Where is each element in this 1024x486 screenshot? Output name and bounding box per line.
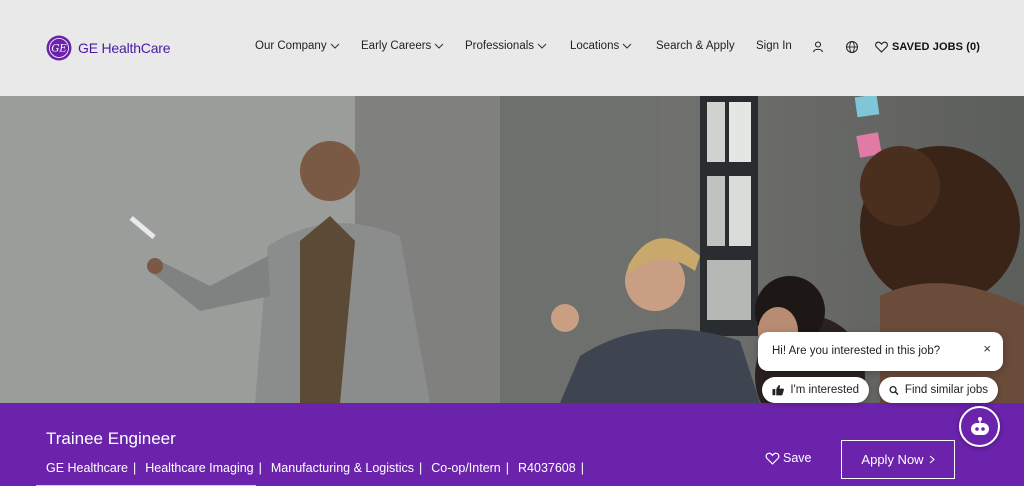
nav-label: Professionals: [465, 40, 535, 52]
site-header: GE GE HealthCare Our Company Early Caree…: [0, 0, 1024, 96]
meta-business: Healthcare Imaging: [145, 461, 254, 475]
job-title: Trainee Engineer: [46, 429, 176, 448]
im-interested-button[interactable]: I'm interested: [762, 377, 869, 403]
chip-label: Find similar jobs: [904, 384, 988, 396]
find-similar-jobs-button[interactable]: Find similar jobs: [879, 377, 998, 403]
save-job-button[interactable]: Save: [765, 451, 812, 465]
thumbs-up-icon: [772, 385, 784, 396]
chevron-down-icon: [537, 43, 547, 49]
saved-jobs-label: SAVED JOBS (0): [892, 41, 980, 53]
chevron-down-icon: [622, 43, 632, 49]
separator: |: [258, 461, 262, 475]
job-header-bar: Trainee Engineer GE Healthcare | Healthca…: [0, 403, 1024, 486]
chat-question: Hi! Are you interested in this job?: [772, 345, 941, 357]
globe-icon[interactable]: [845, 40, 859, 54]
user-icon[interactable]: [811, 40, 825, 54]
apply-now-button[interactable]: Apply Now: [841, 440, 955, 479]
meta-category: Manufacturing & Logistics: [270, 461, 415, 475]
main-nav: Our Company Early Careers Professionals …: [0, 40, 1024, 58]
chevron-down-icon: [434, 43, 444, 49]
heart-icon: [875, 41, 888, 53]
meta-company: GE Healthcare: [46, 461, 128, 475]
nav-professionals[interactable]: Professionals: [465, 40, 547, 52]
nav-label: Locations: [570, 40, 620, 52]
nav-early-careers[interactable]: Early Careers: [361, 40, 444, 52]
chat-prompt: Hi! Are you interested in this job? ×: [758, 332, 1003, 371]
heart-icon: [765, 452, 780, 465]
nav-locations[interactable]: Locations: [570, 40, 632, 52]
nav-label: Search & Apply: [656, 40, 735, 52]
chevron-down-icon: [330, 43, 339, 49]
chatbot-launcher[interactable]: [959, 406, 1000, 447]
nav-our-company[interactable]: Our Company: [255, 40, 340, 52]
nav-label: Sign In: [756, 40, 792, 52]
save-label: Save: [783, 451, 812, 465]
nav-label: Our Company: [255, 40, 327, 52]
meta-type: Co-op/Intern: [431, 461, 501, 475]
search-icon: [889, 385, 899, 395]
chevron-right-icon: [929, 455, 935, 464]
saved-jobs-link[interactable]: SAVED JOBS (0): [875, 41, 980, 53]
meta-requisition: R4037608: [518, 461, 576, 475]
separator: |: [505, 461, 510, 475]
apply-label: Apply Now: [861, 452, 924, 467]
robot-icon: [970, 416, 989, 435]
nav-search-apply[interactable]: Search & Apply: [656, 40, 735, 52]
nav-label: Early Careers: [361, 40, 432, 52]
separator: |: [132, 461, 137, 475]
separator: |: [419, 461, 423, 475]
close-icon[interactable]: ×: [983, 341, 991, 356]
job-meta: GE Healthcare | Healthcare Imaging | Manuf…: [46, 461, 593, 475]
chip-label: I'm interested: [790, 384, 859, 396]
nav-sign-in[interactable]: Sign In: [756, 40, 792, 52]
separator: |: [580, 461, 584, 475]
